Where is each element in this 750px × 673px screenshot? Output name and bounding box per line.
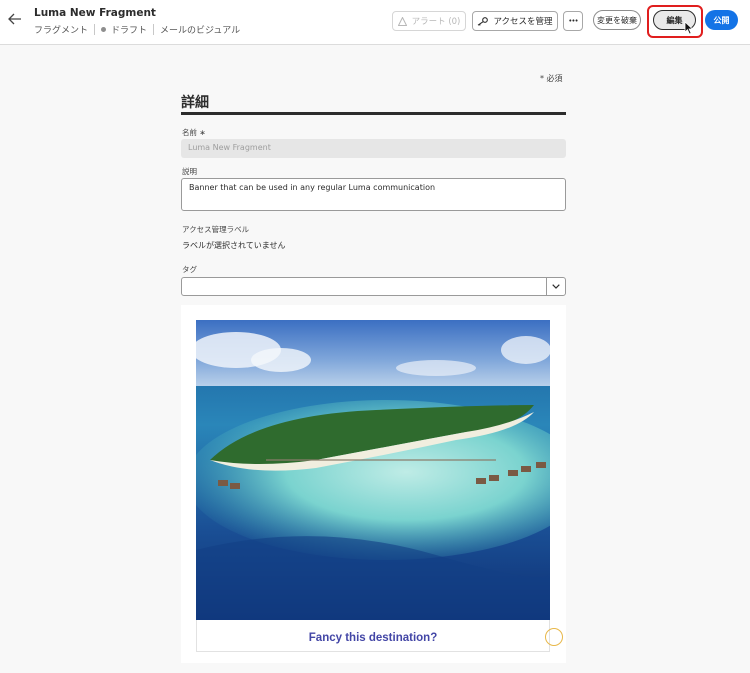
alerts-label: アラート (0) <box>411 17 461 27</box>
chevron-down-icon <box>552 284 560 289</box>
discard-changes-button[interactable]: 変更を破棄 <box>593 10 641 30</box>
back-button[interactable] <box>6 10 24 28</box>
top-bar: Luma New Fragment フラグメント ドラフト メールのビジュアル … <box>0 0 750 45</box>
badge-circle-icon <box>545 628 563 646</box>
section-divider <box>181 112 566 115</box>
access-value: ラベルが選択されていません <box>182 241 286 250</box>
alert-icon <box>397 16 407 26</box>
publish-label: 公開 <box>713 15 730 25</box>
manage-access-label: アクセスを管理 <box>493 17 553 27</box>
description-label: 説明 <box>182 167 197 176</box>
tags-label: タグ <box>182 265 197 274</box>
section-title: 詳細 <box>181 95 209 111</box>
more-actions-button[interactable]: ••• <box>563 11 583 31</box>
breadcrumb-type: フラグメント <box>34 26 89 36</box>
publish-button[interactable]: 公開 <box>705 10 738 30</box>
preview-image <box>196 320 550 620</box>
name-field: Luma New Fragment <box>181 139 566 158</box>
key-icon <box>477 16 489 26</box>
manage-access-button[interactable]: アクセスを管理 <box>472 11 558 31</box>
breadcrumb-divider <box>94 24 96 35</box>
mouse-pointer-icon <box>684 20 694 39</box>
more-icon: ••• <box>568 17 578 25</box>
access-label: アクセス管理ラベル <box>182 225 250 234</box>
breadcrumb: フラグメント ドラフト メールのビジュアル <box>34 23 240 36</box>
breadcrumb-divider <box>153 24 155 35</box>
tags-combobox[interactable] <box>181 277 566 296</box>
name-label: 名前 ∗ <box>182 128 206 137</box>
breadcrumb-status: ドラフト <box>111 26 148 36</box>
tags-dropdown-button[interactable] <box>546 278 565 295</box>
arrow-left-icon <box>8 13 21 25</box>
preview-caption: Fancy this destination? <box>308 632 438 644</box>
description-field[interactable]: Banner that can be used in any regular L… <box>181 178 566 211</box>
required-note: * 必須 <box>540 74 563 83</box>
fragment-title: Luma New Fragment <box>34 7 156 19</box>
alerts-button[interactable]: アラート (0) <box>392 11 466 31</box>
edit-button-highlight <box>647 5 703 38</box>
discard-changes-label: 変更を破棄 <box>597 15 637 25</box>
status-dot-icon <box>101 27 107 32</box>
breadcrumb-channel: メールのビジュアル <box>160 26 241 36</box>
